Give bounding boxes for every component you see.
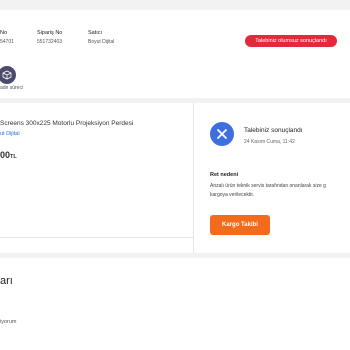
reason-text-line-1: Anzalı ürün teknik servis tarafından ona… <box>210 183 326 189</box>
return-detail-card: Screens 300x225 Motorlu Projeksiyon Perd… <box>0 103 350 253</box>
result-date: 24 Kasım Cuma, 11:42 <box>244 139 295 145</box>
reason-heading: Ret nedeni <box>210 172 239 178</box>
order-col-1-label: No <box>0 30 8 36</box>
close-icon <box>217 129 227 139</box>
product-title[interactable]: Screens 300x225 Motorlu Projeksiyon Perd… <box>0 120 133 127</box>
result-title: Talebiniz sonuçlandı <box>244 127 303 134</box>
status-badge: Talebiniz olumsuz sonuçlandı <box>245 35 337 47</box>
reason-text-line-2: kargoya verilecektir. <box>210 192 255 198</box>
product-price: 00TL <box>0 150 17 160</box>
section-text: iyorum <box>0 319 17 325</box>
product-seller-link[interactable]: ut Dijital <box>0 131 20 137</box>
order-summary-card: No 54701 Sipariş No 551732403 Satıcı Boy… <box>0 10 350 98</box>
lower-section-card: arı iyorum <box>0 258 350 350</box>
order-number-value: 551732403 <box>37 39 63 45</box>
box-icon <box>2 70 12 80</box>
cargo-tracking-button[interactable]: Kargo Takibi <box>210 215 270 235</box>
seller-label: Satıcı <box>88 30 103 36</box>
section-title: arı <box>0 275 13 287</box>
return-process-icon[interactable] <box>0 66 16 84</box>
return-process-label: ade süreci <box>0 85 24 91</box>
seller-value: Boyut Dijital <box>88 39 115 45</box>
price-currency: TL <box>10 154 17 160</box>
order-col-1-value: 54701 <box>0 39 14 45</box>
order-number-label: Sipariş No <box>37 30 63 36</box>
bottom-divider <box>0 237 193 238</box>
vertical-divider <box>193 103 194 253</box>
price-amount: 00 <box>0 150 11 160</box>
rejected-status-icon <box>210 122 234 146</box>
